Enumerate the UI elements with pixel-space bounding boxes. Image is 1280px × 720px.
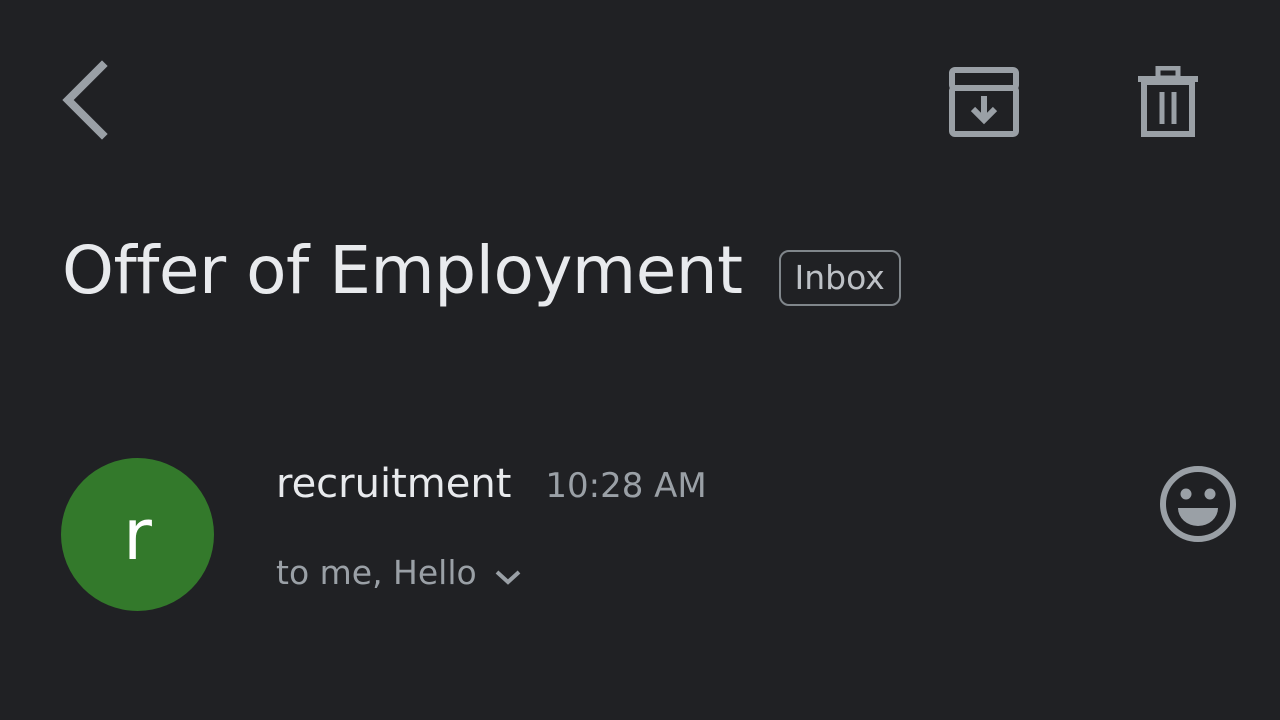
sender-avatar[interactable]: r [61, 458, 214, 611]
inbox-label-chip[interactable]: Inbox [778, 250, 901, 306]
sender-name[interactable]: recruitment [276, 464, 511, 504]
recipients-text: to me, Hello [276, 553, 477, 592]
archive-icon [949, 67, 1019, 137]
subject-row: Offer of Employment Inbox [62, 236, 901, 306]
smiley-face-icon [1160, 466, 1236, 542]
email-subject: Offer of Employment [62, 232, 743, 309]
delete-button[interactable] [1120, 54, 1216, 150]
email-view-screen: Offer of Employment Inbox r recruitment … [0, 0, 1280, 720]
trash-icon [1138, 66, 1198, 137]
back-button[interactable] [48, 52, 120, 148]
sender-header: recruitment 10:28 AM [276, 464, 707, 504]
email-time: 10:28 AM [545, 466, 707, 506]
recipients-toggle[interactable]: to me, Hello [276, 556, 523, 589]
add-reaction-button[interactable] [1150, 456, 1246, 552]
chevron-left-icon [62, 60, 108, 140]
archive-button[interactable] [936, 54, 1032, 150]
chevron-down-icon [493, 567, 523, 587]
